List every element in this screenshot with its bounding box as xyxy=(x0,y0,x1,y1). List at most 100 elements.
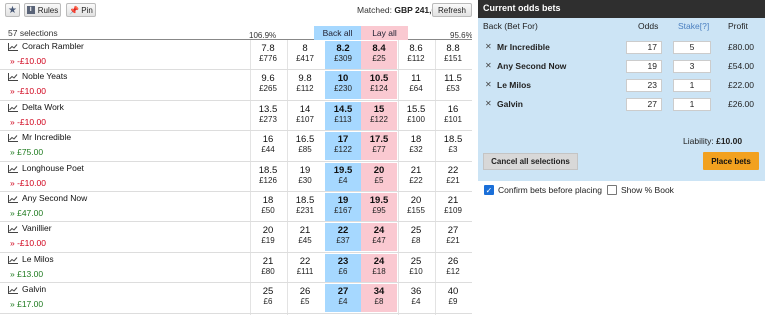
lay-price-cell[interactable]: 18.5 £3 xyxy=(435,132,471,160)
lay-price-cell[interactable]: 26 £12 xyxy=(435,254,471,282)
chart-icon[interactable] xyxy=(8,164,18,173)
back-price-cell[interactable]: 22 £111 xyxy=(287,254,323,282)
back-price-cell[interactable]: 8 £417 xyxy=(287,41,323,69)
col-stake-label[interactable]: Stake[?] xyxy=(678,21,709,31)
show-book-checkbox[interactable] xyxy=(607,185,617,195)
lay-price-cell[interactable]: 11.5 £53 xyxy=(435,71,471,99)
lay-price-cell[interactable]: 15.5 £100 xyxy=(398,102,434,130)
back-price-cell[interactable]: 16 £44 xyxy=(250,132,286,160)
chart-icon[interactable] xyxy=(8,255,18,264)
back-price-cell[interactable]: 9.6 £265 xyxy=(250,71,286,99)
back-price-cell[interactable]: 25 £6 xyxy=(250,284,286,312)
lay-price-cell[interactable]: 24 £47 xyxy=(361,223,397,252)
back-price-cell[interactable]: 26 £5 xyxy=(287,284,323,312)
back-price-cell[interactable]: 19 £30 xyxy=(287,163,323,191)
back-odds: 10 xyxy=(337,73,349,85)
lay-price-cell[interactable]: 8.6 £112 xyxy=(398,41,434,69)
bet-stake-input[interactable]: 5 xyxy=(673,41,711,54)
back-price-cell[interactable]: 16.5 £85 xyxy=(287,132,323,160)
back-price-cell[interactable]: 14 £107 xyxy=(287,102,323,130)
back-price-cell[interactable]: 20 £19 xyxy=(250,223,286,251)
remove-bet-icon[interactable]: ✕ xyxy=(485,42,492,51)
back-amount: £776 xyxy=(259,54,277,63)
back-price-cell[interactable]: 10 £230 xyxy=(325,71,361,100)
runner-name[interactable]: Longhouse Poet xyxy=(22,163,84,173)
back-price-cell[interactable]: 8.2 £309 xyxy=(325,41,361,69)
remove-bet-icon[interactable]: ✕ xyxy=(485,80,492,89)
runner-name[interactable]: Corach Rambler xyxy=(22,41,84,51)
pin-button[interactable]: 📌 Pin xyxy=(66,3,96,17)
lay-price-cell[interactable]: 11 £64 xyxy=(398,71,434,99)
bet-odds-input[interactable]: 23 xyxy=(626,79,662,92)
lay-price-cell[interactable]: 16 £101 xyxy=(435,102,471,130)
bet-stake-input[interactable]: 1 xyxy=(673,79,711,92)
chart-icon[interactable] xyxy=(8,73,18,82)
refresh-button[interactable]: Refresh xyxy=(432,3,472,17)
lay-price-cell[interactable]: 24 £18 xyxy=(361,253,397,282)
back-price-cell[interactable]: 14.5 £113 xyxy=(325,101,361,130)
rules-button[interactable]: i Rules xyxy=(24,3,61,17)
chart-icon[interactable] xyxy=(8,103,18,112)
back-all-button[interactable]: Back all xyxy=(314,26,361,40)
lay-price-cell[interactable]: 18 £32 xyxy=(398,132,434,160)
chart-icon[interactable] xyxy=(8,286,18,295)
chart-icon[interactable] xyxy=(8,43,18,51)
bet-odds-input[interactable]: 27 xyxy=(626,98,662,111)
lay-price-cell[interactable]: 22 £21 xyxy=(435,163,471,191)
lay-price-cell[interactable]: 8.4 £25 xyxy=(361,41,397,69)
bet-stake-input[interactable]: 1 xyxy=(673,98,711,111)
bet-odds-input[interactable]: 19 xyxy=(626,60,662,73)
lay-price-cell[interactable]: 36 £4 xyxy=(398,284,434,312)
runner-name[interactable]: Mr Incredible xyxy=(22,132,71,142)
confirm-bets-checkbox[interactable]: ✓ xyxy=(484,185,494,195)
back-price-cell[interactable]: 17 £122 xyxy=(325,132,361,161)
back-amount: £230 xyxy=(334,84,352,94)
lay-price-cell[interactable]: 25 £8 xyxy=(398,223,434,251)
back-price-cell[interactable]: 7.8 £776 xyxy=(250,41,286,69)
lay-price-cell[interactable]: 17.5 £77 xyxy=(361,132,397,161)
cancel-all-button[interactable]: Cancel all selections xyxy=(483,153,578,170)
lay-price-cell[interactable]: 25 £10 xyxy=(398,254,434,282)
back-price-cell[interactable]: 23 £6 xyxy=(325,253,361,282)
lay-price-cell[interactable]: 10.5 £124 xyxy=(361,71,397,100)
remove-bet-icon[interactable]: ✕ xyxy=(485,61,492,70)
back-price-cell[interactable]: 18.5 £231 xyxy=(287,193,323,221)
lay-price-cell[interactable]: 8.8 £151 xyxy=(435,41,471,69)
bet-stake-input[interactable]: 3 xyxy=(673,60,711,73)
lay-price-cell[interactable]: 21 £22 xyxy=(398,163,434,191)
place-bets-button[interactable]: Place bets xyxy=(703,152,759,170)
back-price-cell[interactable]: 9.8 £112 xyxy=(287,71,323,99)
runner-name[interactable]: Le Milos xyxy=(22,254,54,264)
bet-odds-input[interactable]: 17 xyxy=(626,41,662,54)
back-price-cell[interactable]: 21 £45 xyxy=(287,223,323,251)
runner-name[interactable]: Vanillier xyxy=(22,223,52,233)
lay-amount: £3 xyxy=(448,145,458,155)
chart-icon[interactable] xyxy=(8,194,18,203)
runner-name[interactable]: Noble Yeats xyxy=(22,71,67,81)
back-amount: £44 xyxy=(261,145,275,155)
lay-price-cell[interactable]: 21 £109 xyxy=(435,193,471,221)
lay-price-cell[interactable]: 27 £21 xyxy=(435,223,471,251)
back-price-cell[interactable]: 13.5 £273 xyxy=(250,102,286,130)
back-price-cell[interactable]: 22 £37 xyxy=(325,223,361,252)
back-price-cell[interactable]: 27 £4 xyxy=(325,284,361,313)
back-price-cell[interactable]: 21 £80 xyxy=(250,254,286,282)
back-price-cell[interactable]: 19.5 £4 xyxy=(325,162,361,191)
remove-bet-icon[interactable]: ✕ xyxy=(485,99,492,108)
lay-price-cell[interactable]: 19.5 £95 xyxy=(361,192,397,221)
lay-price-cell[interactable]: 15 £122 xyxy=(361,101,397,130)
back-price-cell[interactable]: 19 £167 xyxy=(325,192,361,221)
lay-all-button[interactable]: Lay all xyxy=(361,26,408,40)
back-price-cell[interactable]: 18 £50 xyxy=(250,193,286,221)
back-price-cell[interactable]: 18.5 £126 xyxy=(250,163,286,191)
runner-name[interactable]: Delta Work xyxy=(22,102,64,112)
lay-price-cell[interactable]: 20 £155 xyxy=(398,193,434,221)
chart-icon[interactable] xyxy=(8,225,18,234)
star-icon[interactable]: ★ xyxy=(5,3,20,17)
chart-icon[interactable] xyxy=(8,134,18,143)
lay-price-cell[interactable]: 34 £8 xyxy=(361,284,397,313)
lay-price-cell[interactable]: 40 £9 xyxy=(435,284,471,312)
runner-name[interactable]: Any Second Now xyxy=(22,193,87,203)
runner-name[interactable]: Galvin xyxy=(22,284,46,294)
lay-price-cell[interactable]: 20 £5 xyxy=(361,162,397,191)
